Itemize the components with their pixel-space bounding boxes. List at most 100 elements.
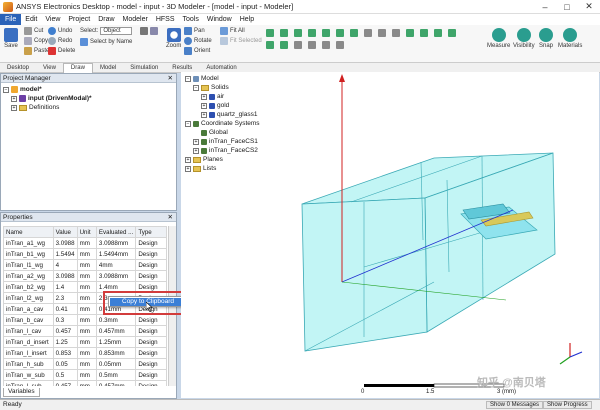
table-cell[interactable]: inTran_a2_wg [3, 270, 54, 282]
measure-button[interactable]: Measure [487, 28, 510, 49]
table-row[interactable]: inTran_l_insert 0.853 mm 0.853mm Design [3, 347, 167, 359]
tab-draw[interactable]: Draw [62, 62, 93, 73]
table-cell[interactable]: 1.4 [52, 281, 78, 293]
snap-button[interactable]: Snap [539, 28, 553, 49]
undo-button[interactable]: Undo [48, 27, 72, 35]
table-cell[interactable]: mm [76, 292, 97, 304]
thicken-icon[interactable] [336, 41, 344, 49]
table-cell[interactable]: inTran_l2_wg [3, 292, 54, 304]
table-cell[interactable]: 3.0988mm [95, 237, 137, 249]
draw-ellipse-icon[interactable] [448, 29, 456, 37]
column-header[interactable]: Type [135, 226, 167, 238]
table-cell[interactable]: 2.3 [52, 292, 78, 304]
face-select-icon[interactable] [150, 27, 158, 35]
show-progress-button[interactable]: Show Progress [543, 401, 592, 409]
table-cell[interactable]: inTran_b_cav [3, 314, 54, 326]
table-cell[interactable]: 0.05 [52, 358, 78, 370]
draw-sphere-icon[interactable] [336, 29, 344, 37]
tab-results[interactable]: Results [165, 65, 199, 71]
delete-button[interactable]: Delete [48, 47, 75, 55]
table-cell[interactable]: Design [135, 325, 167, 337]
table-cell[interactable]: 1.25 [52, 336, 78, 348]
table-cell[interactable]: 1.5494mm [95, 248, 137, 260]
pan-button[interactable]: Pan [184, 27, 205, 35]
table-cell[interactable]: inTran_w_sub [3, 369, 54, 381]
table-cell[interactable]: mm [76, 314, 97, 326]
draw-rectangle-icon[interactable] [406, 29, 414, 37]
table-cell[interactable]: Design [135, 358, 167, 370]
table-row[interactable]: inTran_l_sub 0.457 mm 0.457mm Design [3, 380, 167, 386]
menu-window[interactable]: Window [203, 16, 236, 23]
table-cell[interactable]: 0.05mm [95, 358, 137, 370]
draw-helix-icon[interactable] [266, 41, 274, 49]
table-cell[interactable]: mm [76, 270, 97, 282]
column-header[interactable]: Evaluated ... [95, 226, 137, 238]
project-node[interactable]: − model* [3, 85, 174, 94]
table-cell[interactable]: inTran_l_cav [3, 325, 54, 337]
definitions-node[interactable]: + Definitions [3, 103, 174, 112]
table-cell[interactable]: mm [76, 248, 97, 260]
table-row[interactable]: inTran_a2_wg 3.0988 mm 3.0988mm Design [3, 270, 167, 282]
table-cell[interactable]: 4mm [95, 259, 137, 271]
menu-edit[interactable]: Edit [21, 16, 41, 23]
table-cell[interactable]: Design [135, 336, 167, 348]
table-cell[interactable]: Design [135, 314, 167, 326]
design-node[interactable]: + input (DrivenModal)* [3, 94, 174, 103]
table-cell[interactable]: mm [76, 325, 97, 337]
table-cell[interactable]: mm [76, 281, 97, 293]
tab-desktop[interactable]: Desktop [0, 65, 36, 71]
table-row[interactable]: inTran_l1_wg 4 mm 4mm Design [3, 259, 167, 271]
pointer-icon[interactable] [140, 27, 148, 35]
sweep-icon[interactable] [322, 41, 330, 49]
table-cell[interactable]: Design [135, 237, 167, 249]
table-cell[interactable]: 0.853 [52, 347, 78, 359]
table-cell[interactable]: inTran_b2_wg [3, 281, 54, 293]
menu-draw[interactable]: Draw [94, 16, 118, 23]
draw-line-icon[interactable] [266, 29, 274, 37]
table-cell[interactable]: mm [76, 380, 97, 386]
table-cell[interactable]: 0.3mm [95, 314, 137, 326]
menu-tools[interactable]: Tools [179, 16, 203, 23]
tab-variables[interactable]: Variables [3, 388, 40, 397]
redo-button[interactable]: Redo [48, 37, 72, 45]
expand-icon[interactable]: + [11, 95, 17, 102]
paste-button[interactable]: Paste [24, 47, 49, 55]
table-cell[interactable]: Design [135, 248, 167, 260]
table-cell[interactable]: mm [76, 259, 97, 271]
table-cell[interactable]: 0.457 [52, 325, 78, 337]
panel-close-icon[interactable]: ✕ [168, 213, 173, 221]
table-cell[interactable]: inTran_d_insert [3, 336, 54, 348]
menu-view[interactable]: View [41, 16, 64, 23]
table-cell[interactable]: Design [135, 259, 167, 271]
minimize-button[interactable]: – [534, 2, 556, 12]
draw-polygon-icon[interactable] [434, 29, 442, 37]
expand-icon[interactable]: + [11, 104, 17, 111]
subtract-icon[interactable] [378, 29, 386, 37]
cut-button[interactable]: Cut [24, 27, 43, 35]
table-cell[interactable]: mm [76, 347, 97, 359]
table-row[interactable]: inTran_l_cav 0.457 mm 0.457mm Design [3, 325, 167, 337]
table-cell[interactable]: 3.0988mm [95, 270, 137, 282]
table-cell[interactable]: 1.25mm [95, 336, 137, 348]
table-cell[interactable]: 4 [52, 259, 78, 271]
table-cell[interactable]: inTran_l1_wg [3, 259, 54, 271]
menu-project[interactable]: Project [64, 16, 94, 23]
table-cell[interactable]: 0.5mm [95, 369, 137, 381]
table-cell[interactable]: mm [76, 303, 97, 315]
table-cell[interactable]: 3.0988 [52, 270, 78, 282]
close-button[interactable]: ✕ [578, 1, 600, 12]
table-cell[interactable]: 0.457mm [95, 380, 137, 386]
air-box-solid[interactable] [301, 152, 556, 352]
copy-button[interactable]: Copy [24, 37, 48, 45]
table-cell[interactable]: inTran_a_cav [3, 303, 54, 315]
fit-selected-button[interactable]: Fit Selected [220, 37, 262, 45]
table-row[interactable]: inTran_h_sub 0.05 mm 0.05mm Design [3, 358, 167, 370]
split-icon[interactable] [294, 41, 302, 49]
table-cell[interactable]: mm [76, 237, 97, 249]
table-cell[interactable]: 0.853mm [95, 347, 137, 359]
select-by-name-button[interactable]: Select by Name [80, 38, 132, 46]
draw-arc-icon[interactable] [294, 29, 302, 37]
column-header[interactable]: Unit [76, 226, 97, 238]
table-cell[interactable]: 0.41 [52, 303, 78, 315]
menu-help[interactable]: Help [236, 16, 258, 23]
